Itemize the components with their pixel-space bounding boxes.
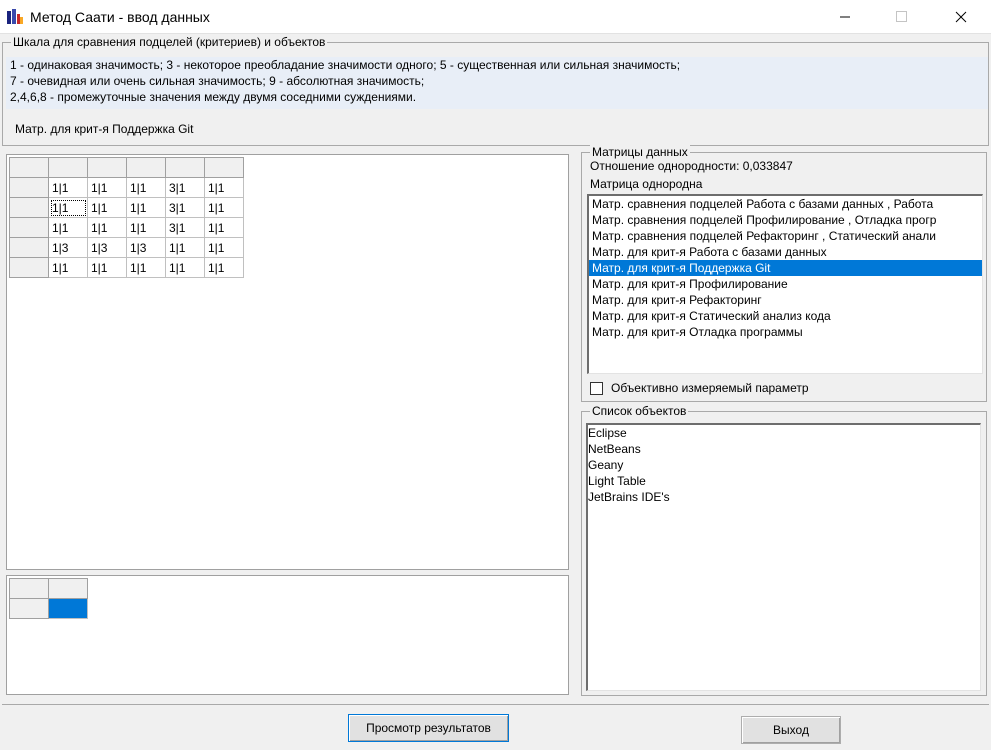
data-matrix-item[interactable]: Матр. сравнения подцелей Работа с базами…	[589, 196, 982, 212]
result-column-header	[48, 578, 88, 599]
grid-cell[interactable]: 1|3	[87, 237, 127, 258]
data-matrix-item[interactable]: Матр. для крит-я Статический анализ кода	[589, 308, 982, 324]
current-matrix-label: Матр. для крит-я Поддержка Git	[15, 122, 194, 136]
grid-cell[interactable]: 1|1	[204, 217, 244, 238]
scale-line: 7 - очевидная или очень сильная значимос…	[10, 74, 425, 88]
data-matrix-item[interactable]: Матр. для крит-я Работа с базами данных	[589, 244, 982, 260]
grid-cell[interactable]: 1|1	[48, 217, 88, 238]
minimize-button[interactable]	[822, 0, 868, 34]
grid-row: 1|1 1|1 1|1 3|1 1|1	[9, 177, 244, 198]
grid-row: 1|1 1|1 1|1 3|1 1|1	[9, 217, 244, 238]
object-item[interactable]: Eclipse	[588, 425, 980, 441]
grid-corner-cell	[9, 157, 49, 178]
objective-parameter-label[interactable]: Объективно измеряемый параметр	[611, 381, 809, 395]
objects-legend: Список объектов	[590, 404, 689, 418]
grid-cell[interactable]: 1|1	[204, 177, 244, 198]
grid-row-header	[9, 237, 49, 258]
grid-cell[interactable]: 3|1	[165, 197, 205, 218]
homogeneity-ratio: Отношение однородности: 0,033847	[590, 159, 793, 173]
grid-cell[interactable]: 1|1	[126, 217, 166, 238]
grid-cell[interactable]: 3|1	[165, 177, 205, 198]
grid-cell[interactable]: 1|1	[165, 237, 205, 258]
grid-cell[interactable]: 1|3	[126, 237, 166, 258]
object-item[interactable]: Light Table	[588, 473, 980, 489]
result-cell-selected[interactable]	[48, 598, 88, 619]
grid-column-header	[126, 157, 166, 178]
grid-cell[interactable]: 1|1	[48, 197, 88, 218]
data-matrix-item[interactable]: Матр. сравнения подцелей Рефакторинг , С…	[589, 228, 982, 244]
scale-line: 1 - одинаковая значимость; 3 - некоторое…	[10, 58, 681, 72]
object-item[interactable]: Geany	[588, 457, 980, 473]
result-grid-panel[interactable]	[6, 575, 569, 695]
data-matrices-legend: Матрицы данных	[590, 145, 690, 159]
result-row-header	[9, 598, 49, 619]
object-item[interactable]: JetBrains IDE's	[588, 489, 980, 505]
grid-cell[interactable]: 1|1	[48, 257, 88, 278]
homogeneity-status: Матрица однородна	[590, 177, 703, 191]
grid-column-header	[165, 157, 205, 178]
grid-column-header	[48, 157, 88, 178]
grid-cell[interactable]: 1|1	[87, 217, 127, 238]
grid-row-header	[9, 217, 49, 238]
comparison-matrix-grid[interactable]: 1|1 1|1 1|1 3|1 1|1 1|1 1|1 1|1 3|1 1|1 1|1 1|1 1|1 3…	[9, 157, 244, 278]
grid-cell[interactable]: 1|1	[126, 257, 166, 278]
grid-cell[interactable]: 1|3	[48, 237, 88, 258]
data-matrix-item[interactable]: Матр. для крит-я Профилирование	[589, 276, 982, 292]
result-grid[interactable]	[9, 578, 88, 619]
exit-button[interactable]: Выход	[741, 716, 841, 744]
scale-line: 2,4,6,8 - промежуточные значения между д…	[10, 90, 417, 104]
data-matrix-item[interactable]: Матр. для крит-я Поддержка Git	[589, 260, 982, 276]
grid-row-header	[9, 257, 49, 278]
grid-cell[interactable]: 1|1	[87, 257, 127, 278]
data-matrix-item[interactable]: Матр. для крит-я Отладка программы	[589, 324, 982, 340]
view-results-button[interactable]: Просмотр результатов	[348, 714, 509, 742]
scale-legend: Шкала для сравнения подцелей (критериев)…	[11, 35, 328, 49]
scale-description: 1 - одинаковая значимость; 3 - некоторое…	[6, 57, 988, 109]
scale-groupbox: Шкала для сравнения подцелей (критериев)…	[2, 35, 989, 146]
data-matrix-item[interactable]: Матр. сравнения подцелей Профилирование …	[589, 212, 982, 228]
app-icon	[6, 8, 24, 26]
data-matrix-item[interactable]: Матр. для крит-я Рефакторинг	[589, 292, 982, 308]
grid-column-header	[204, 157, 244, 178]
grid-cell[interactable]: 1|1	[165, 257, 205, 278]
window-title: Метод Саати - ввод данных	[30, 9, 210, 25]
grid-cell[interactable]: 1|1	[87, 177, 127, 198]
grid-cell[interactable]: 1|1	[126, 177, 166, 198]
grid-cell[interactable]: 1|1	[126, 197, 166, 218]
grid-cell[interactable]: 1|1	[204, 237, 244, 258]
result-corner-cell	[9, 578, 49, 599]
matrix-grid-panel[interactable]: 1|1 1|1 1|1 3|1 1|1 1|1 1|1 1|1 3|1 1|1 1|1 1|1 1|1 3…	[6, 154, 569, 570]
grid-row: 1|1 1|1 1|1 3|1 1|1	[9, 197, 244, 218]
data-matrices-list[interactable]: Матр. сравнения подцелей Работа с базами…	[587, 194, 983, 374]
maximize-button[interactable]	[879, 0, 925, 34]
grid-row-header	[9, 177, 49, 198]
grid-cell[interactable]: 1|1	[204, 257, 244, 278]
grid-column-header	[87, 157, 127, 178]
grid-row-header	[9, 197, 49, 218]
object-item[interactable]: NetBeans	[588, 441, 980, 457]
grid-row: 1|1 1|1 1|1 1|1 1|1	[9, 257, 244, 278]
grid-cell[interactable]: 1|1	[87, 197, 127, 218]
close-button[interactable]	[938, 0, 984, 34]
objective-parameter-checkbox[interactable]	[590, 382, 603, 395]
title-bar: Метод Саати - ввод данных	[0, 0, 991, 34]
grid-row: 1|3 1|3 1|3 1|1 1|1	[9, 237, 244, 258]
grid-cell[interactable]: 1|1	[204, 197, 244, 218]
grid-cell[interactable]: 3|1	[165, 217, 205, 238]
objects-list[interactable]: Eclipse NetBeans Geany Light Table JetBrains…	[586, 423, 981, 691]
grid-cell[interactable]: 1|1	[48, 177, 88, 198]
